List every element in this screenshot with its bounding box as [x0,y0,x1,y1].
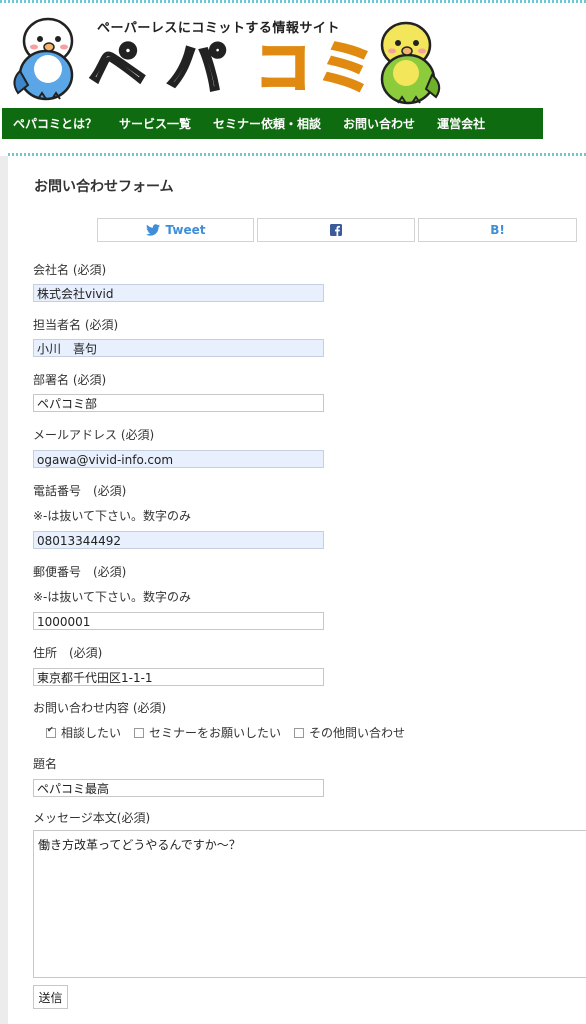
checkbox-other[interactable] [294,727,305,738]
phone-input[interactable]: 08013344492 [33,531,324,549]
left-gutter [0,156,8,1024]
inquiry-option-seminar[interactable]: セミナーをお願いしたい [134,724,281,741]
postal-input[interactable]: 1000001 [33,612,324,630]
logo-char-pa: パ [163,32,228,105]
facebook-share-button[interactable] [257,218,415,242]
yellow-parakeet-icon [380,21,441,105]
inquiry-label: お問い合わせ内容 (必須) [33,701,167,715]
twitter-bird-icon [145,224,160,236]
logo-char-pe: ペ [80,29,151,107]
inquiry-option-consult[interactable]: 相談したい [46,724,121,741]
email-label: メールアドレス (必須) [33,428,155,442]
nav-item-seminar[interactable]: セミナー依頼・相談 [202,115,332,132]
tweet-button[interactable]: Tweet [97,218,254,242]
submit-button[interactable]: 送信 [33,985,68,1009]
subject-label: 題名 [33,757,58,771]
message-textarea[interactable]: 働き方改革ってどうやるんですか～？ [33,830,586,978]
content-dotted-border [8,153,586,156]
person-label: 担当者名 (必須) [33,318,119,332]
address-input[interactable]: 東京都千代田区1-1-1 [33,668,324,686]
email-input[interactable]: ogawa@vivid-info.com [33,450,324,468]
main-nav: ペパコミとは？ サービス一覧 セミナー依頼・相談 お問い合わせ 運営会社 [2,108,543,139]
checkbox-consult[interactable] [46,725,56,738]
hatena-bookmark-button[interactable]: B! [418,218,577,242]
other-option-label: その他問い合わせ [309,726,406,740]
department-label: 部署名 (必須) [33,373,107,387]
nav-item-contact[interactable]: お問い合わせ [332,115,426,132]
nav-item-company[interactable]: 運営会社 [426,115,496,132]
postal-note: ※-は抜いて下さい。数字のみ [33,590,192,604]
phone-label: 電話番号 (必須) [33,484,127,498]
site-header: ペーパーレスにコミットする情報サイト ペ パ コ ミ [0,3,586,108]
company-label: 会社名 (必須) [33,263,107,277]
tweet-label: Tweet [165,223,206,237]
company-input[interactable]: 株式会社vivid [33,284,324,302]
facebook-icon [330,224,342,236]
checkbox-seminar[interactable] [134,727,145,738]
department-input[interactable]: ペパコミ部 [33,394,324,412]
postal-label: 郵便番号 (必須) [33,565,127,579]
address-label: 住所 (必須) [33,646,103,660]
person-input[interactable]: 小川 喜句 [33,339,324,357]
phone-note: ※-は抜いて下さい。数字のみ [33,509,192,523]
page-title: お問い合わせフォーム [34,179,174,195]
logo-char-ko: コ [254,36,313,101]
logo-char-mi: ミ [314,33,377,105]
nav-item-about[interactable]: ペパコミとは？ [2,115,108,132]
hatena-label: B! [490,223,505,237]
consult-option-label: 相談したい [61,726,122,740]
nav-item-services[interactable]: サービス一覧 [108,115,202,132]
blue-parakeet-icon [13,17,74,101]
inquiry-option-other[interactable]: その他問い合わせ [294,724,405,741]
message-label: メッセージ本文(必須) [33,811,151,825]
inquiry-options: 相談したい セミナーをお願いしたい その他問い合わせ [46,724,418,741]
seminar-option-label: セミナーをお願いしたい [149,726,282,740]
subject-input[interactable]: ペパコミ最高 [33,779,324,797]
